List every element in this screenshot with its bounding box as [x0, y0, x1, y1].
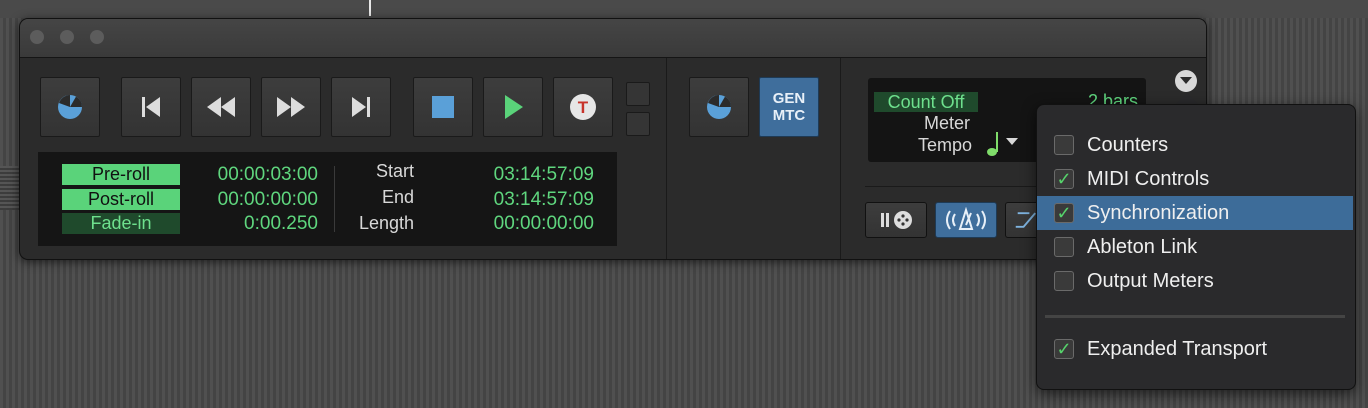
svg-text:T: T — [578, 98, 589, 117]
playhead-cursor — [369, 0, 371, 16]
loop-toggle[interactable] — [626, 82, 650, 106]
menu-item-label: Output Meters — [1087, 269, 1214, 292]
track-strip — [0, 166, 20, 210]
play-button[interactable] — [483, 77, 543, 137]
menu-separator — [1045, 315, 1345, 318]
ableton-link-checkbox[interactable] — [1054, 237, 1074, 257]
go-to-end-button[interactable] — [331, 77, 391, 137]
return-to-zero-button[interactable] — [121, 77, 181, 137]
rewind-icon — [207, 97, 235, 117]
stop-button[interactable] — [413, 77, 473, 137]
postroll-value[interactable]: 00:00:00:00 — [188, 189, 318, 211]
pre-post-roll-panel: Pre-roll Post-roll Fade-in 00:00:03:00 0… — [38, 152, 617, 246]
minimize-window-button[interactable] — [60, 30, 74, 44]
quarter-note-icon[interactable] — [986, 130, 1002, 158]
record-icon: T — [570, 94, 596, 120]
title-bar[interactable] — [20, 19, 1206, 58]
go-to-end-icon — [352, 97, 370, 117]
play-icon — [505, 95, 523, 119]
metronome-button[interactable] — [935, 202, 997, 238]
end-value[interactable]: 03:14:57:09 — [458, 189, 594, 211]
dropdown-arrow-icon[interactable] — [1006, 138, 1018, 146]
menu-item-midi-controls[interactable]: ✓ MIDI Controls — [1037, 162, 1353, 196]
start-label: Start — [375, 161, 414, 181]
record-button[interactable]: T — [553, 77, 613, 137]
metronome-icon — [946, 207, 986, 230]
info-divider — [334, 166, 335, 232]
checkmark-icon: ✓ — [1056, 339, 1072, 359]
menu-item-label: Ableton Link — [1087, 235, 1198, 258]
menu-item-label: Counters — [1087, 133, 1169, 156]
preroll-toggle[interactable]: Pre-roll — [62, 164, 180, 185]
expanded-transport-checkbox[interactable]: ✓ — [1054, 339, 1074, 359]
fadein-value[interactable]: 0:00.250 — [188, 213, 318, 235]
stop-icon — [432, 96, 454, 118]
online-button[interactable] — [40, 77, 100, 137]
menu-item-ableton-link[interactable]: Ableton Link — [1037, 230, 1353, 264]
midi-merge-icon — [881, 211, 912, 229]
checkmark-icon: ✓ — [1056, 203, 1072, 223]
synchronization-checkbox[interactable]: ✓ — [1054, 203, 1074, 223]
length-value[interactable]: 00:00:00:00 — [458, 213, 594, 235]
tracks-background-top — [0, 0, 1368, 18]
meter-label: Meter — [923, 113, 970, 133]
online-icon — [58, 95, 82, 119]
gen-mtc-label-1: GEN — [772, 90, 806, 107]
gen-mtc-label-2: MTC — [772, 107, 806, 124]
counters-checkbox[interactable] — [1054, 135, 1074, 155]
midi-merge-button[interactable] — [865, 202, 927, 238]
fadein-toggle[interactable]: Fade-in — [62, 213, 180, 234]
preroll-value[interactable]: 00:00:03:00 — [188, 164, 318, 186]
menu-item-label: MIDI Controls — [1087, 167, 1210, 190]
checkmark-icon: ✓ — [1056, 169, 1072, 189]
menu-item-label: Expanded Transport — [1087, 337, 1268, 360]
transport-window: T Pre-roll Post-roll Fade-in 00:00:03:00… — [19, 18, 1207, 260]
online-icon — [707, 95, 731, 119]
tempo-label: Tempo — [917, 135, 972, 155]
zoom-window-button[interactable] — [90, 30, 104, 44]
gen-mtc-button[interactable]: GEN MTC — [759, 77, 819, 137]
menu-item-output-meters[interactable]: Output Meters — [1037, 264, 1353, 298]
rewind-button[interactable] — [191, 77, 251, 137]
count-off-toggle[interactable]: Count Off — [874, 92, 978, 112]
menu-item-label: Synchronization — [1087, 201, 1230, 224]
sync-online-button[interactable] — [689, 77, 749, 137]
menu-item-counters[interactable]: Counters — [1037, 128, 1353, 162]
menu-item-synchronization[interactable]: ✓ Synchronization — [1037, 196, 1353, 230]
transport-options-menu: Counters ✓ MIDI Controls ✓ Synchronizati… — [1036, 104, 1356, 390]
transport-options-button[interactable] — [1175, 70, 1197, 92]
length-label: Length — [358, 213, 414, 233]
end-label: End — [381, 187, 414, 207]
fast-forward-button[interactable] — [261, 77, 321, 137]
start-value[interactable]: 03:14:57:09 — [458, 164, 594, 186]
fast-forward-icon — [277, 97, 305, 117]
return-to-zero-icon — [142, 97, 160, 117]
chevron-down-icon — [1180, 77, 1192, 84]
auto-toggle[interactable] — [626, 112, 650, 136]
section-divider — [840, 58, 841, 259]
section-divider — [666, 58, 667, 259]
postroll-toggle[interactable]: Post-roll — [62, 189, 180, 210]
close-window-button[interactable] — [30, 30, 44, 44]
midi-controls-checkbox[interactable]: ✓ — [1054, 169, 1074, 189]
menu-item-expanded-transport[interactable]: ✓ Expanded Transport — [1037, 332, 1353, 366]
output-meters-checkbox[interactable] — [1054, 271, 1074, 291]
